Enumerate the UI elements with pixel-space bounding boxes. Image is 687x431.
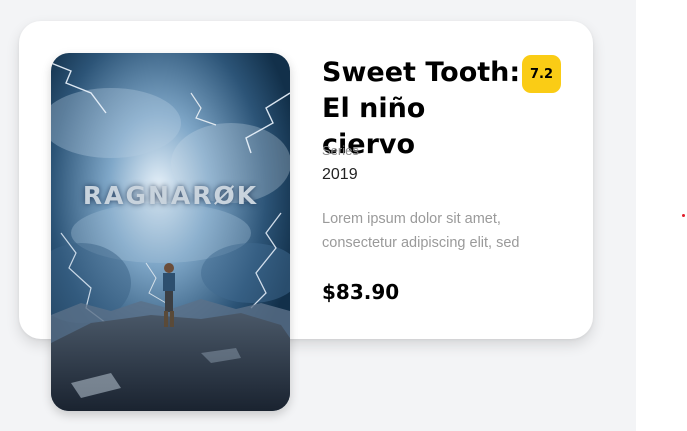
price-label: $83.90 [322,280,400,304]
year-label: 2019 [322,166,358,183]
red-dot [682,214,685,217]
poster-image[interactable]: RAGNARØK [51,53,290,411]
card-description: Lorem ipsum dolor sit amet, consectetur … [322,211,520,251]
rating-badge: 7.2 [522,55,561,93]
type-label: Series [322,143,359,158]
poster-title-text: RAGNARØK [82,181,259,210]
